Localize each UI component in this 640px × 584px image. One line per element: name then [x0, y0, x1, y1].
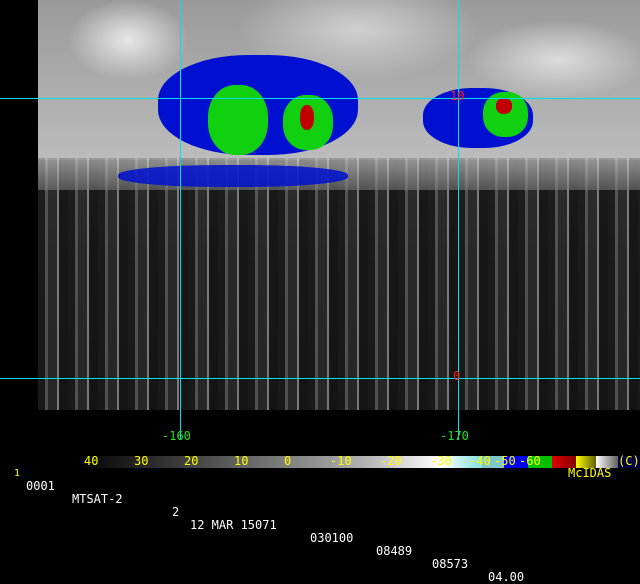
colorbar-unit: (C): [618, 454, 640, 468]
colorbar-labels: 40 30 20 10 0 -10 -20 -30 -40 -50 -60 (C…: [0, 454, 640, 468]
image-info-bar: 0001 MTSAT-2 2 12 MAR 15071 030100 08489…: [0, 467, 640, 584]
colorbar-tick: -50: [494, 454, 516, 468]
longitude-label: -160: [162, 429, 191, 443]
colorbar-tick: -20: [380, 454, 402, 468]
latitude-label: 10: [450, 89, 465, 103]
convection-green: [208, 85, 268, 155]
longitude-line: [180, 0, 181, 440]
convection-red: [496, 98, 512, 114]
convection-blue: [118, 165, 348, 187]
satellite-name: MTSAT-2: [72, 492, 123, 506]
image-time: 030100: [310, 531, 354, 545]
element-number: 08573: [432, 557, 469, 571]
colorbar-tick: -40: [469, 454, 491, 468]
resolution: 04.00: [488, 570, 525, 584]
mcidas-logo-text: McIDAS: [568, 466, 612, 480]
colorbar-tick: 20: [184, 454, 199, 468]
colorbar-tick: 40: [84, 454, 99, 468]
colorbar-tick: -30: [430, 454, 452, 468]
convection-red: [300, 105, 314, 130]
colorbar-tick: 30: [134, 454, 149, 468]
longitude-label: -170: [440, 429, 469, 443]
scan-artifact-region: [38, 158, 640, 410]
colorbar-tick: -10: [330, 454, 352, 468]
latitude-line: [0, 378, 640, 379]
line-number: 08489: [376, 544, 413, 558]
colorbar-tick: -60: [519, 454, 541, 468]
latitude-line: [0, 98, 640, 99]
satellite-ir-image: [38, 0, 640, 410]
colorbar-tick: 10: [234, 454, 249, 468]
band-number: 2: [172, 505, 180, 519]
colorbar-tick: 0: [284, 454, 292, 468]
latitude-label: 0: [453, 369, 461, 383]
frame-number: 0001: [26, 479, 55, 493]
image-date: 12 MAR 15071: [190, 518, 277, 532]
